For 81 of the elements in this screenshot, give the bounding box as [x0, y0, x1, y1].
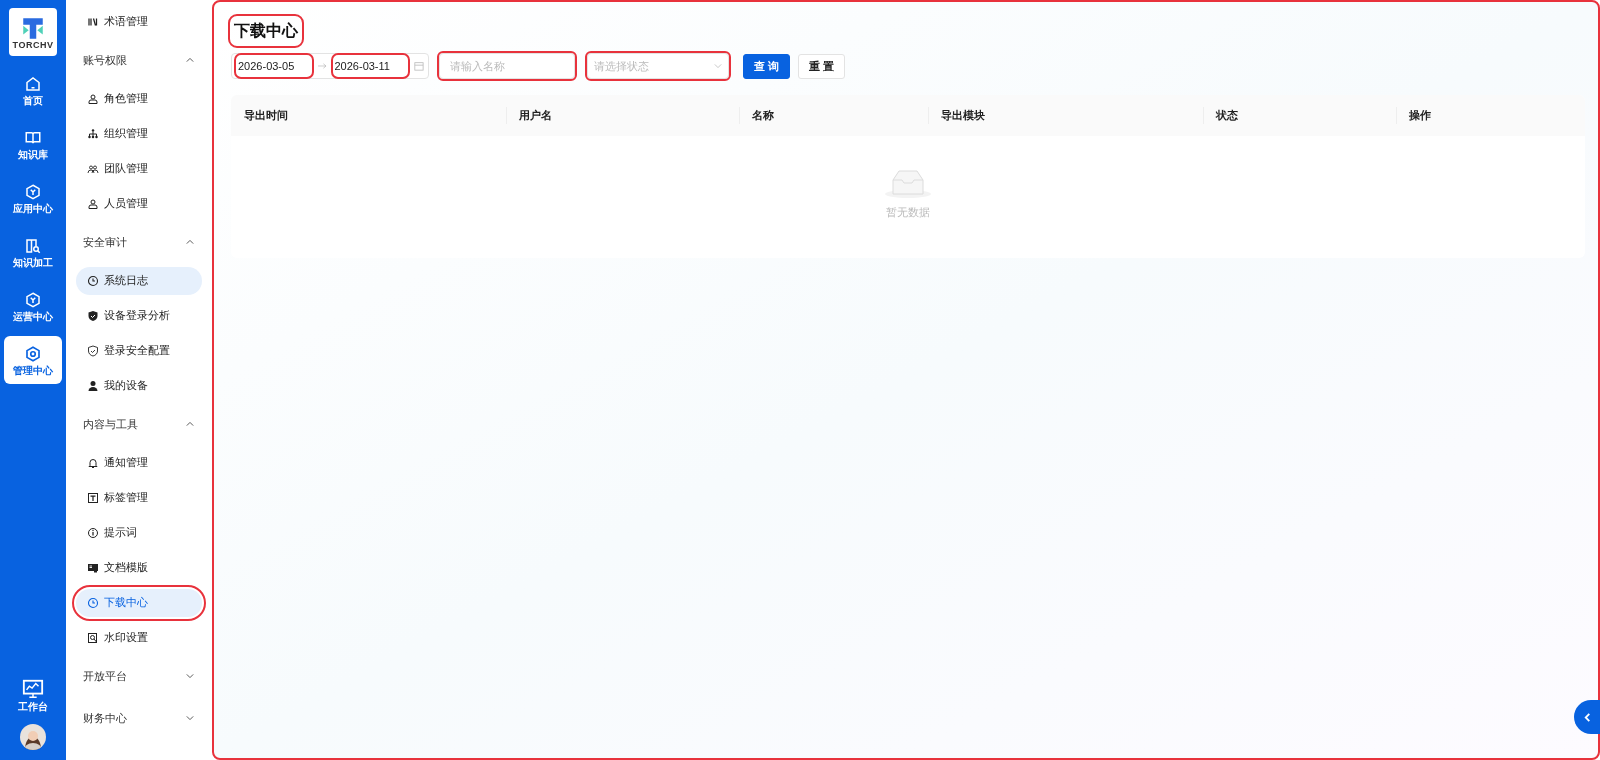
- reset-button[interactable]: 重 置: [798, 53, 846, 79]
- column-header: 用户名: [518, 108, 552, 124]
- menu-item[interactable]: 人员管理: [76, 189, 202, 218]
- user-icon: [87, 92, 99, 105]
- menu-item[interactable]: 下载中心: [76, 588, 202, 617]
- nav-item[interactable]: 运营中心: [4, 282, 62, 330]
- menu-item[interactable]: 我的设备: [76, 371, 202, 400]
- date-range-picker[interactable]: 2026-03-05 2026-03-11: [231, 53, 429, 79]
- column-header: 名称: [751, 108, 774, 124]
- page-title: 下载中心: [231, 17, 301, 45]
- info-icon: [87, 526, 99, 539]
- hexagon-icon: [24, 290, 42, 309]
- menu-item[interactable]: 设备登录分析: [76, 301, 202, 330]
- shield-check-icon: [87, 309, 99, 322]
- nav-item[interactable]: 知识加工: [4, 228, 62, 276]
- menu-item[interactable]: 角色管理: [76, 84, 202, 113]
- column-header: 导出模块: [940, 108, 985, 124]
- calendar-icon: [414, 61, 424, 71]
- watermark-icon: [87, 631, 99, 644]
- hexagon-settings-icon: [24, 344, 42, 363]
- screen-icon: [87, 561, 99, 574]
- column-header: 状态: [1214, 108, 1238, 124]
- start-date[interactable]: 2026-03-05: [236, 55, 312, 77]
- menu-item[interactable]: 文档模版: [76, 553, 202, 582]
- team-icon: [87, 162, 99, 175]
- book-search-icon: [24, 236, 42, 255]
- bell-icon: [87, 456, 99, 469]
- empty-text: 暂无数据: [886, 205, 930, 220]
- chevron-down-icon: [714, 62, 722, 70]
- org-chart-icon: [87, 127, 99, 140]
- workbench-button[interactable]: 工作台: [18, 678, 48, 712]
- menu-group[interactable]: 账号权限: [76, 39, 202, 81]
- chevron-left-icon: [1582, 712, 1592, 722]
- user-icon: [87, 197, 99, 210]
- menu-item[interactable]: 标签管理: [76, 483, 202, 512]
- group-label: 开放平台: [83, 668, 127, 684]
- home-icon: [24, 74, 42, 93]
- books-icon: [87, 15, 99, 28]
- logo[interactable]: TORCHV: [9, 8, 57, 56]
- empty-inbox-icon: [884, 168, 932, 198]
- end-date[interactable]: 2026-03-11: [332, 55, 409, 77]
- menu-item[interactable]: 通知管理: [76, 448, 202, 477]
- menu-group[interactable]: 财务中心: [76, 697, 202, 739]
- column-header: 操作: [1408, 108, 1431, 124]
- nav-item[interactable]: 首页: [4, 66, 62, 114]
- nav-item[interactable]: 管理中心: [4, 336, 62, 384]
- collapse-button[interactable]: [1574, 700, 1600, 734]
- query-button[interactable]: 查 询: [743, 53, 791, 79]
- chevron-up-icon: [186, 420, 194, 428]
- chevron-up-icon: [186, 238, 194, 246]
- menu-item[interactable]: 组织管理: [76, 119, 202, 148]
- clock-icon: [87, 596, 99, 609]
- nav-item[interactable]: 知识库: [4, 120, 62, 168]
- menu-item[interactable]: 团队管理: [76, 154, 202, 183]
- menu-item[interactable]: 水印设置: [76, 623, 202, 652]
- avatar[interactable]: [20, 724, 46, 750]
- logo-text: TORCHV: [12, 40, 54, 50]
- hexagon-icon: [24, 182, 42, 201]
- nav-item[interactable]: 应用中心: [4, 174, 62, 222]
- menu-group[interactable]: 安全审计: [76, 221, 202, 263]
- menu-item[interactable]: 提示词: [76, 518, 202, 547]
- monitor-icon: [21, 678, 45, 700]
- chevron-down-icon: [186, 672, 194, 680]
- menu-item[interactable]: 术语管理: [76, 7, 202, 36]
- chevron-down-icon: [186, 714, 194, 722]
- group-label: 内容与工具: [83, 416, 138, 432]
- name-input[interactable]: 请输入名称: [439, 53, 575, 79]
- chevron-up-icon: [186, 56, 194, 64]
- clock-icon: [87, 274, 99, 287]
- column-header: 导出时间: [243, 108, 288, 124]
- group-label: 安全审计: [83, 234, 127, 250]
- menu-group[interactable]: 开放平台: [76, 655, 202, 697]
- group-label: 财务中心: [83, 710, 127, 726]
- shield-check-icon: [87, 344, 99, 357]
- text-box-icon: [87, 491, 99, 504]
- menu-item[interactable]: 系统日志: [76, 266, 202, 295]
- menu-item[interactable]: 登录安全配置: [76, 336, 202, 365]
- arrow-right-icon: [317, 63, 327, 69]
- person-icon: [87, 379, 99, 392]
- menu-group[interactable]: 内容与工具: [76, 403, 202, 445]
- group-label: 账号权限: [83, 52, 127, 68]
